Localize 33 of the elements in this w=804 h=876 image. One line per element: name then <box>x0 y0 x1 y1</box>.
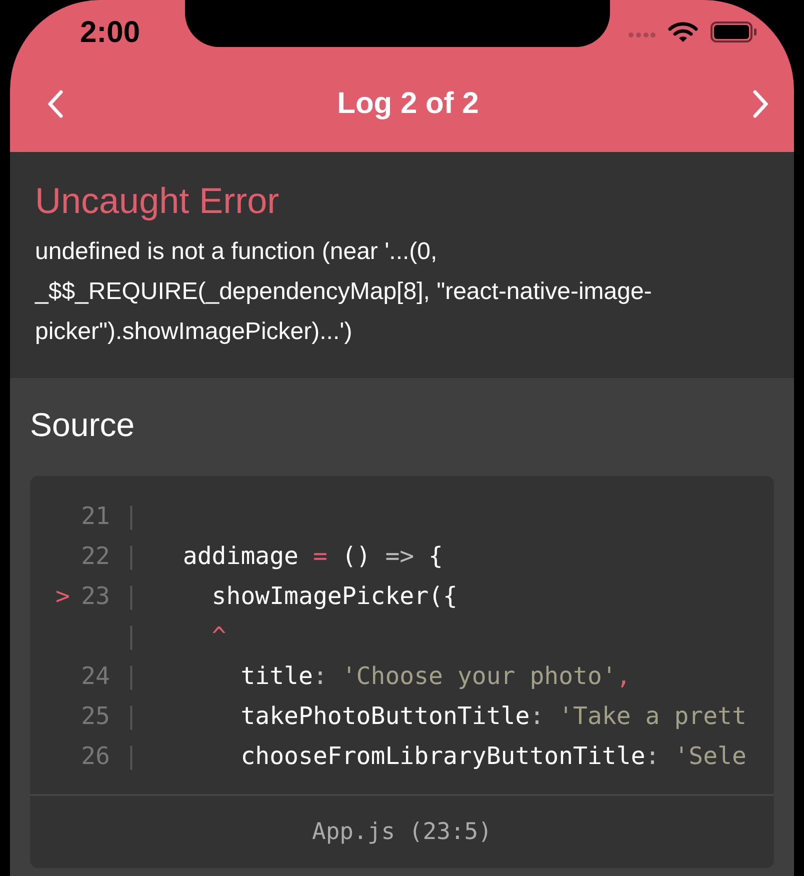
chevron-right-icon <box>752 89 770 119</box>
code-line: title: 'Choose your photo', <box>240 661 631 692</box>
gutter-separator: | <box>124 741 140 772</box>
line-number: 22 <box>80 541 110 572</box>
gutter-separator: | <box>124 541 140 572</box>
back-button[interactable] <box>46 89 64 119</box>
error-title: Uncaught Error <box>35 180 280 222</box>
line-number: 24 <box>80 661 110 692</box>
code-line: takePhotoButtonTitle: 'Take a prett <box>240 701 746 732</box>
caret-mark: ^ <box>210 621 226 652</box>
battery-icon <box>710 21 758 43</box>
file-location[interactable]: App.js (23:5) <box>312 819 492 845</box>
current-line-marker: > <box>54 581 70 612</box>
code-line: showImagePicker({ <box>210 581 458 612</box>
gutter-separator: | <box>124 581 140 612</box>
line-number: 25 <box>80 701 110 732</box>
chevron-left-icon <box>46 89 64 119</box>
line-number: 26 <box>80 741 110 772</box>
status-time: 2:00 <box>80 16 140 50</box>
error-message: undefined is not a function (near '...(0, _$$_REQUIRE(_dependencyMap[8], "react-native-image-picker").showImagePicker)...') <box>35 237 653 347</box>
line-number: 21 <box>80 501 110 532</box>
code-line: chooseFromLibraryButtonTitle: 'Sele <box>240 741 746 772</box>
code-line: addimage = () => { <box>182 541 444 572</box>
forward-button[interactable] <box>752 89 770 119</box>
header-title: Log 2 of 2 <box>337 87 479 121</box>
signal-icon <box>628 31 656 39</box>
gutter-separator: | <box>124 621 140 652</box>
wifi-icon <box>668 21 698 43</box>
section-title: Source <box>30 406 136 444</box>
gutter-separator: | <box>124 501 140 532</box>
gutter-separator: | <box>124 661 140 692</box>
line-number: 23 <box>80 581 110 612</box>
gutter-separator: | <box>124 701 140 732</box>
